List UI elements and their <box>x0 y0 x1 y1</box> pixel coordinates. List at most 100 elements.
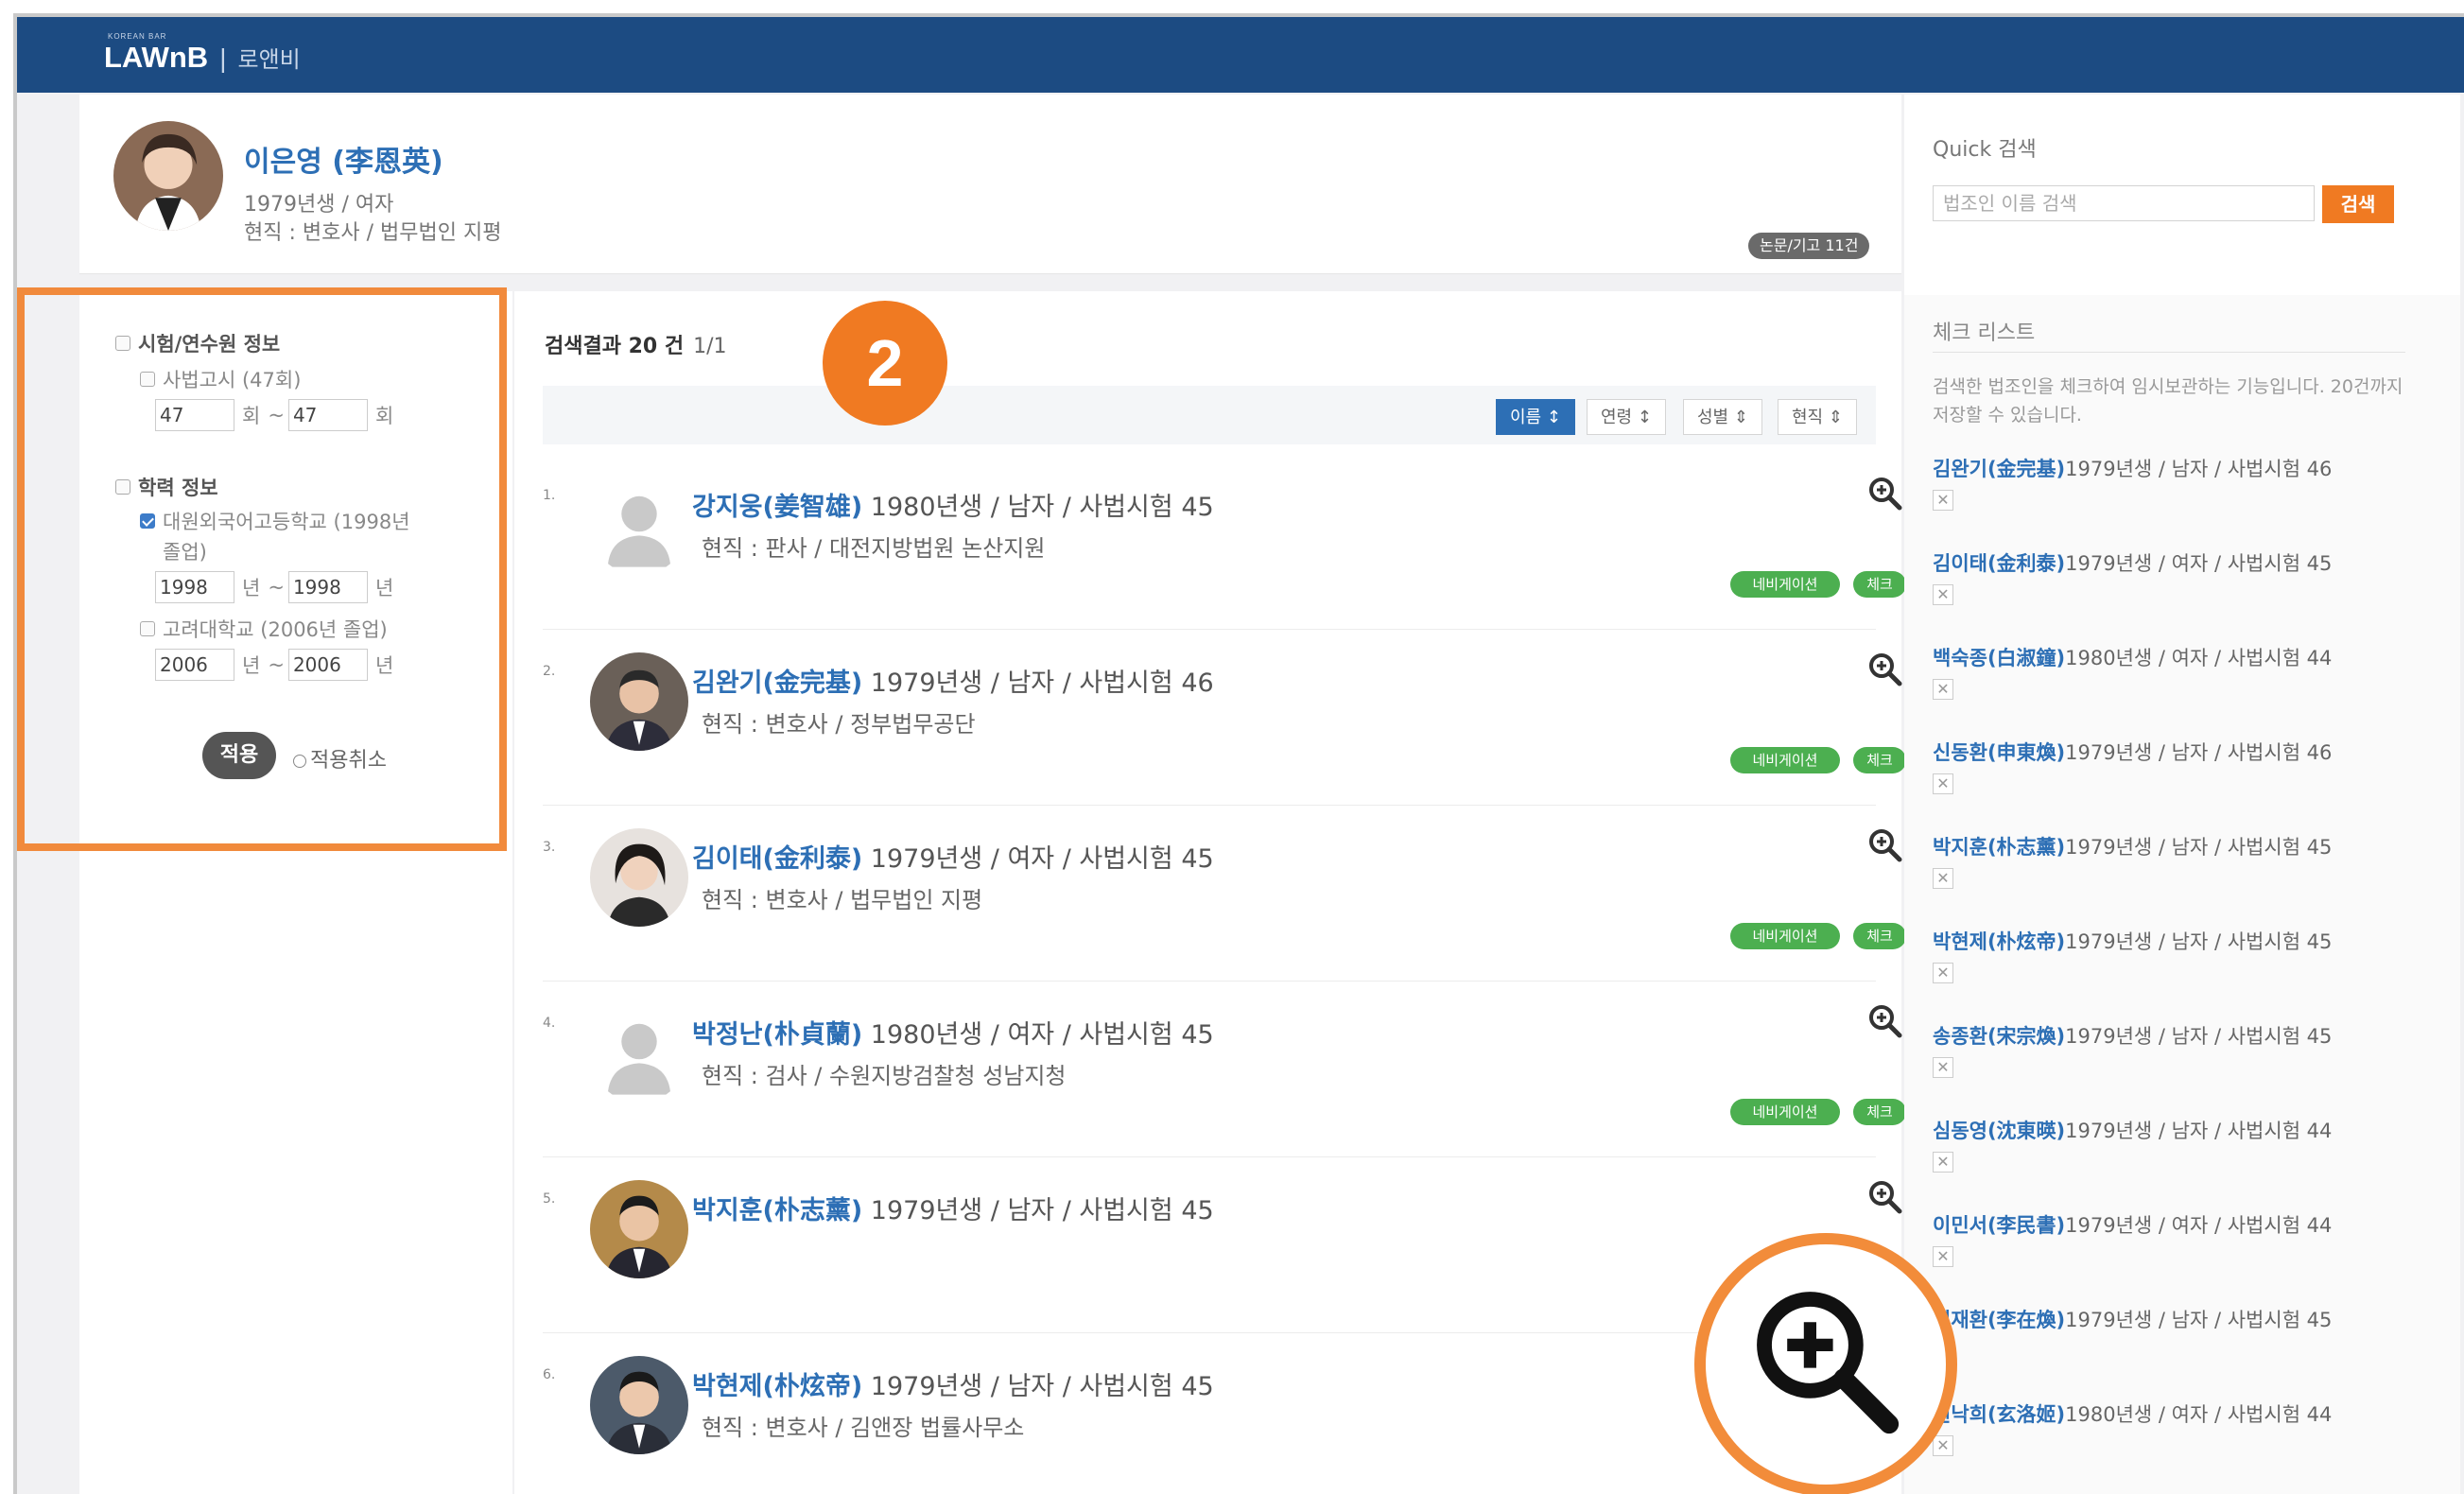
checklist-item: 박현제(朴炫帝)1979년생 / 남자 / 사법시험 45 ✕ <box>1933 927 2443 983</box>
result-row[interactable]: 4. 박정난(朴貞蘭) 1980년생 / 여자 / 사법시험 45 현직 : 검… <box>543 982 1906 1157</box>
result-row[interactable]: 1. 강지웅(姜智雄) 1980년생 / 남자 / 사법시험 45 현직 : 판… <box>543 454 1906 630</box>
check-button[interactable]: 체크 <box>1853 923 1906 949</box>
quick-search-label: Quick 검색 <box>1933 138 2037 162</box>
result-row[interactable]: 3. 김이태(金利泰) 1979년생 / 여자 / 사법시험 45 현직 : 변… <box>543 806 1906 982</box>
results-page: 1/1 <box>693 335 727 358</box>
remove-icon[interactable]: ✕ <box>1933 868 1953 889</box>
profile-avatar <box>113 121 223 231</box>
result-title: 박지훈(朴志薰) 1979년생 / 남자 / 사법시험 45 <box>692 1190 1214 1226</box>
quick-search-panel: Quick 검색 법조인 이름 검색 검색 <box>1904 95 2460 303</box>
checklist-info: 1979년생 / 남자 / 사법시험 45 <box>2065 836 2333 859</box>
checklist-name-link[interactable]: 박현제(朴炫帝) <box>1933 930 2065 953</box>
remove-icon[interactable]: ✕ <box>1933 679 1953 700</box>
remove-icon[interactable]: ✕ <box>1933 773 1953 794</box>
checklist-item: 김이태(金利泰)1979년생 / 여자 / 사법시험 45 ✕ <box>1933 548 2443 605</box>
logo-separator: | <box>219 43 227 73</box>
sort-age-button[interactable]: 연령 ↕ <box>1587 399 1666 435</box>
profile-panel: 이은영 (李恩英) 1979년생 / 여자 현직 : 변호사 / 법무법인 지평… <box>79 95 1901 274</box>
zoom-icon[interactable] <box>1866 651 1904 688</box>
zoom-icon[interactable] <box>1866 1002 1904 1040</box>
quick-search-button[interactable]: 검색 <box>2322 185 2394 223</box>
zoom-in-icon <box>1757 1292 1900 1434</box>
result-title: 김이태(金利泰) 1979년생 / 여자 / 사법시험 45 <box>692 838 1214 875</box>
result-name-link[interactable]: 강지웅(姜智雄) <box>692 493 862 522</box>
result-index: 5. <box>543 1191 556 1207</box>
checklist-name-link[interactable]: 김완기(金完基) <box>1933 458 2065 480</box>
logo-subtext: KOREAN BAR <box>108 32 167 41</box>
result-info: 1980년생 / 여자 / 사법시험 45 <box>862 1020 1214 1050</box>
checklist-name-link[interactable]: 신동환(申東煥) <box>1933 741 2065 764</box>
result-name-link[interactable]: 박현제(朴炫帝) <box>692 1372 862 1401</box>
check-button[interactable]: 체크 <box>1853 747 1906 773</box>
checklist-name-link[interactable]: 백숙종(白淑鐘) <box>1933 647 2065 669</box>
result-name-link[interactable]: 박지훈(朴志薰) <box>692 1196 862 1225</box>
navigation-button[interactable]: 네비게이션 <box>1730 1099 1840 1125</box>
remove-icon[interactable]: ✕ <box>1933 584 1953 605</box>
checklist-info: 1979년생 / 남자 / 사법시험 46 <box>2065 458 2333 480</box>
result-row[interactable]: 6. 박현제(朴炫帝) 1979년생 / 남자 / 사법시험 45 현직 : 변… <box>543 1333 1876 1494</box>
result-avatar <box>590 1180 688 1278</box>
default-avatar-icon <box>590 477 688 575</box>
result-name-link[interactable]: 김이태(金利泰) <box>692 844 862 874</box>
sort-position-select[interactable]: 현직 ⇕ <box>1778 399 1857 435</box>
checklist-info: 1979년생 / 남자 / 사법시험 46 <box>2065 741 2333 764</box>
checklist-item: 송종환(宋宗煥)1979년생 / 남자 / 사법시험 45 ✕ <box>1933 1021 2443 1078</box>
checklist-item: 박지훈(朴志薰)1979년생 / 남자 / 사법시험 45 ✕ <box>1933 832 2443 889</box>
step-badge: 2 <box>823 301 947 426</box>
checklist-name-link[interactable]: 박지훈(朴志薰) <box>1933 836 2065 859</box>
checklist-info: 1979년생 / 여자 / 사법시험 44 <box>2065 1214 2333 1237</box>
check-button[interactable]: 체크 <box>1853 571 1906 598</box>
result-job: 현직 : 검사 / 수원지방검찰청 성남지청 <box>702 1063 1067 1089</box>
logo-brand: LAWnB <box>104 41 209 74</box>
navigation-button[interactable]: 네비게이션 <box>1730 923 1840 949</box>
checklist-name-link[interactable]: 이민서(李民書) <box>1933 1214 2065 1237</box>
navigation-button[interactable]: 네비게이션 <box>1730 747 1840 773</box>
checklist-info: 1979년생 / 남자 / 사법시험 45 <box>2065 1309 2333 1331</box>
checklist-name-link[interactable]: 현낙희(玄洛姬) <box>1933 1403 2065 1426</box>
remove-icon[interactable]: ✕ <box>1933 1246 1953 1267</box>
logo-korean: 로앤비 <box>237 47 301 73</box>
filter-highlight-box <box>17 287 507 851</box>
result-job: 현직 : 변호사 / 정부법무공단 <box>702 711 976 738</box>
result-title: 박정난(朴貞蘭) 1980년생 / 여자 / 사법시험 45 <box>692 1014 1214 1051</box>
sort-gender-select[interactable]: 성별 ⇕ <box>1683 399 1762 435</box>
articles-tag[interactable]: 논문/기고 11건 <box>1748 233 1870 259</box>
navigation-button[interactable]: 네비게이션 <box>1730 571 1840 598</box>
result-info: 1980년생 / 남자 / 사법시험 45 <box>862 493 1214 522</box>
result-index: 2. <box>543 664 556 679</box>
sort-name-button[interactable]: 이름 ↕ <box>1496 399 1575 435</box>
checklist-name-link[interactable]: 송종환(宋宗煥) <box>1933 1025 2065 1048</box>
app-window: KOREAN BAR LAWnB | 로앤비 이은영 (李恩英) 1979년생 / … <box>13 13 2464 1494</box>
remove-icon[interactable]: ✕ <box>1933 1152 1953 1173</box>
checklist-name-link[interactable]: 심동영(沈東暎) <box>1933 1120 2065 1142</box>
result-job: 현직 : 변호사 / 김앤장 법률사무소 <box>702 1415 1025 1441</box>
remove-icon[interactable]: ✕ <box>1933 963 1953 983</box>
result-title: 강지웅(姜智雄) 1980년생 / 남자 / 사법시험 45 <box>692 486 1214 523</box>
result-row[interactable]: 5. 박지훈(朴志薰) 1979년생 / 남자 / 사법시험 45 <box>543 1157 1902 1333</box>
checklist-item: 이민서(李民書)1979년생 / 여자 / 사법시험 44 ✕ <box>1933 1210 2443 1267</box>
result-title: 김완기(金完基) 1979년생 / 남자 / 사법시험 46 <box>692 662 1214 699</box>
check-button[interactable]: 체크 <box>1853 1099 1906 1125</box>
sort-bar: 이름 ↕ 연령 ↕ 성별 ⇕ 현직 ⇕ <box>543 386 1876 444</box>
profile-name: 이은영 (李恩英) <box>244 146 443 179</box>
result-index: 4. <box>543 1016 556 1031</box>
zoom-icon[interactable] <box>1866 475 1904 512</box>
checklist-item: 김완기(金完基)1979년생 / 남자 / 사법시험 46 ✕ <box>1933 454 2443 511</box>
result-name-link[interactable]: 김완기(金完基) <box>692 669 862 698</box>
checklist-divider <box>1933 352 2405 353</box>
checklist-item: 현낙희(玄洛姬)1980년생 / 여자 / 사법시험 44 ✕ <box>1933 1399 2443 1456</box>
result-index: 3. <box>543 840 556 855</box>
result-name-link[interactable]: 박정난(朴貞蘭) <box>692 1020 862 1050</box>
checklist-name-link[interactable]: 이재환(李在煥) <box>1933 1309 2065 1331</box>
zoom-icon[interactable] <box>1866 826 1904 864</box>
quick-search-input[interactable]: 법조인 이름 검색 <box>1933 185 2315 221</box>
result-row[interactable]: 2. 김완기(金完基) 1979년생 / 남자 / 사법시험 46 현직 : 변… <box>543 630 1906 806</box>
remove-icon[interactable]: ✕ <box>1933 1435 1953 1456</box>
checklist-item: 신동환(申東煥)1979년생 / 남자 / 사법시험 46 ✕ <box>1933 738 2443 794</box>
zoom-icon[interactable] <box>1866 1178 1904 1216</box>
lawnb-logo[interactable]: KOREAN BAR LAWnB | 로앤비 <box>104 32 301 75</box>
remove-icon[interactable]: ✕ <box>1933 490 1953 511</box>
remove-icon[interactable]: ✕ <box>1933 1057 1953 1078</box>
checklist-name-link[interactable]: 김이태(金利泰) <box>1933 552 2065 575</box>
checklist-description: 검색한 법조인을 체크하여 임시보관하는 기능입니다. 20건까지 저장할 수 … <box>1933 376 2403 426</box>
